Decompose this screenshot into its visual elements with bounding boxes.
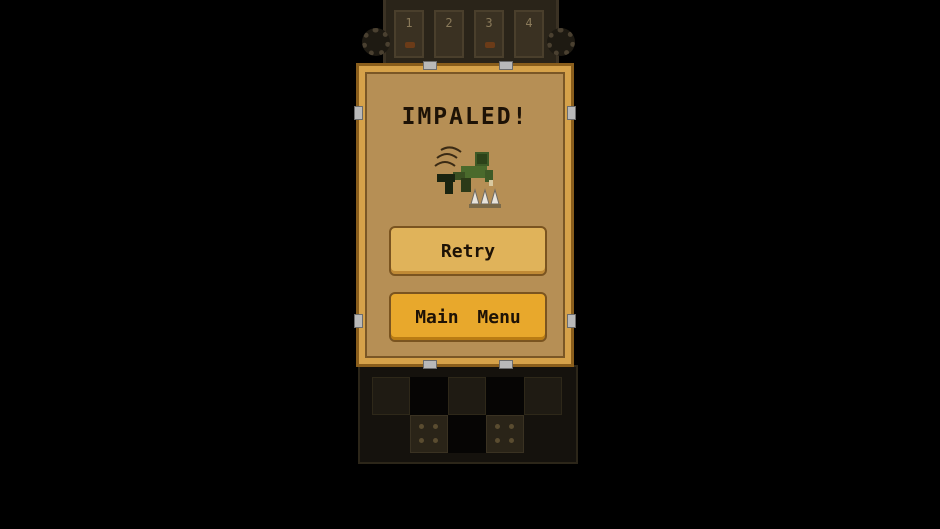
floor-tile bbox=[372, 377, 410, 415]
floor-tile bbox=[486, 377, 524, 415]
floor-tile bbox=[448, 415, 486, 453]
impaled-character-icon bbox=[434, 146, 501, 208]
door-2: 2 bbox=[434, 10, 464, 58]
game-over-dialog: IMPALED! Retry Main Menu bbox=[354, 61, 576, 369]
door-number: 1 bbox=[405, 16, 413, 30]
gear-icon bbox=[362, 28, 390, 56]
floor-tile bbox=[448, 377, 486, 415]
floor-tile bbox=[524, 377, 562, 415]
spikes-icon bbox=[469, 188, 501, 208]
spike-trap-tile bbox=[486, 415, 524, 453]
panel-clip bbox=[499, 360, 513, 369]
main-menu-button[interactable]: Main Menu bbox=[389, 292, 547, 342]
retry-button[interactable]: Retry bbox=[389, 226, 547, 276]
door-number: 2 bbox=[445, 16, 453, 30]
floor-tile bbox=[410, 377, 448, 415]
door-number: 3 bbox=[485, 16, 493, 30]
door-1: 1 bbox=[394, 10, 424, 58]
death-title: IMPALED! bbox=[401, 104, 529, 130]
door-light bbox=[405, 42, 415, 48]
spike-trap-tile bbox=[410, 415, 448, 453]
door-number: 4 bbox=[525, 16, 533, 30]
panel-clip bbox=[423, 61, 437, 70]
door-3: 3 bbox=[474, 10, 504, 58]
gear-icon bbox=[547, 28, 575, 56]
door-4: 4 bbox=[514, 10, 544, 58]
panel-clip bbox=[567, 314, 576, 328]
dungeon-floor bbox=[358, 365, 578, 464]
panel-clip bbox=[499, 61, 513, 70]
door-strip: 1 2 3 4 bbox=[383, 0, 559, 64]
panel-clip bbox=[423, 360, 437, 369]
panel-clip bbox=[354, 314, 363, 328]
door-light bbox=[485, 42, 495, 48]
